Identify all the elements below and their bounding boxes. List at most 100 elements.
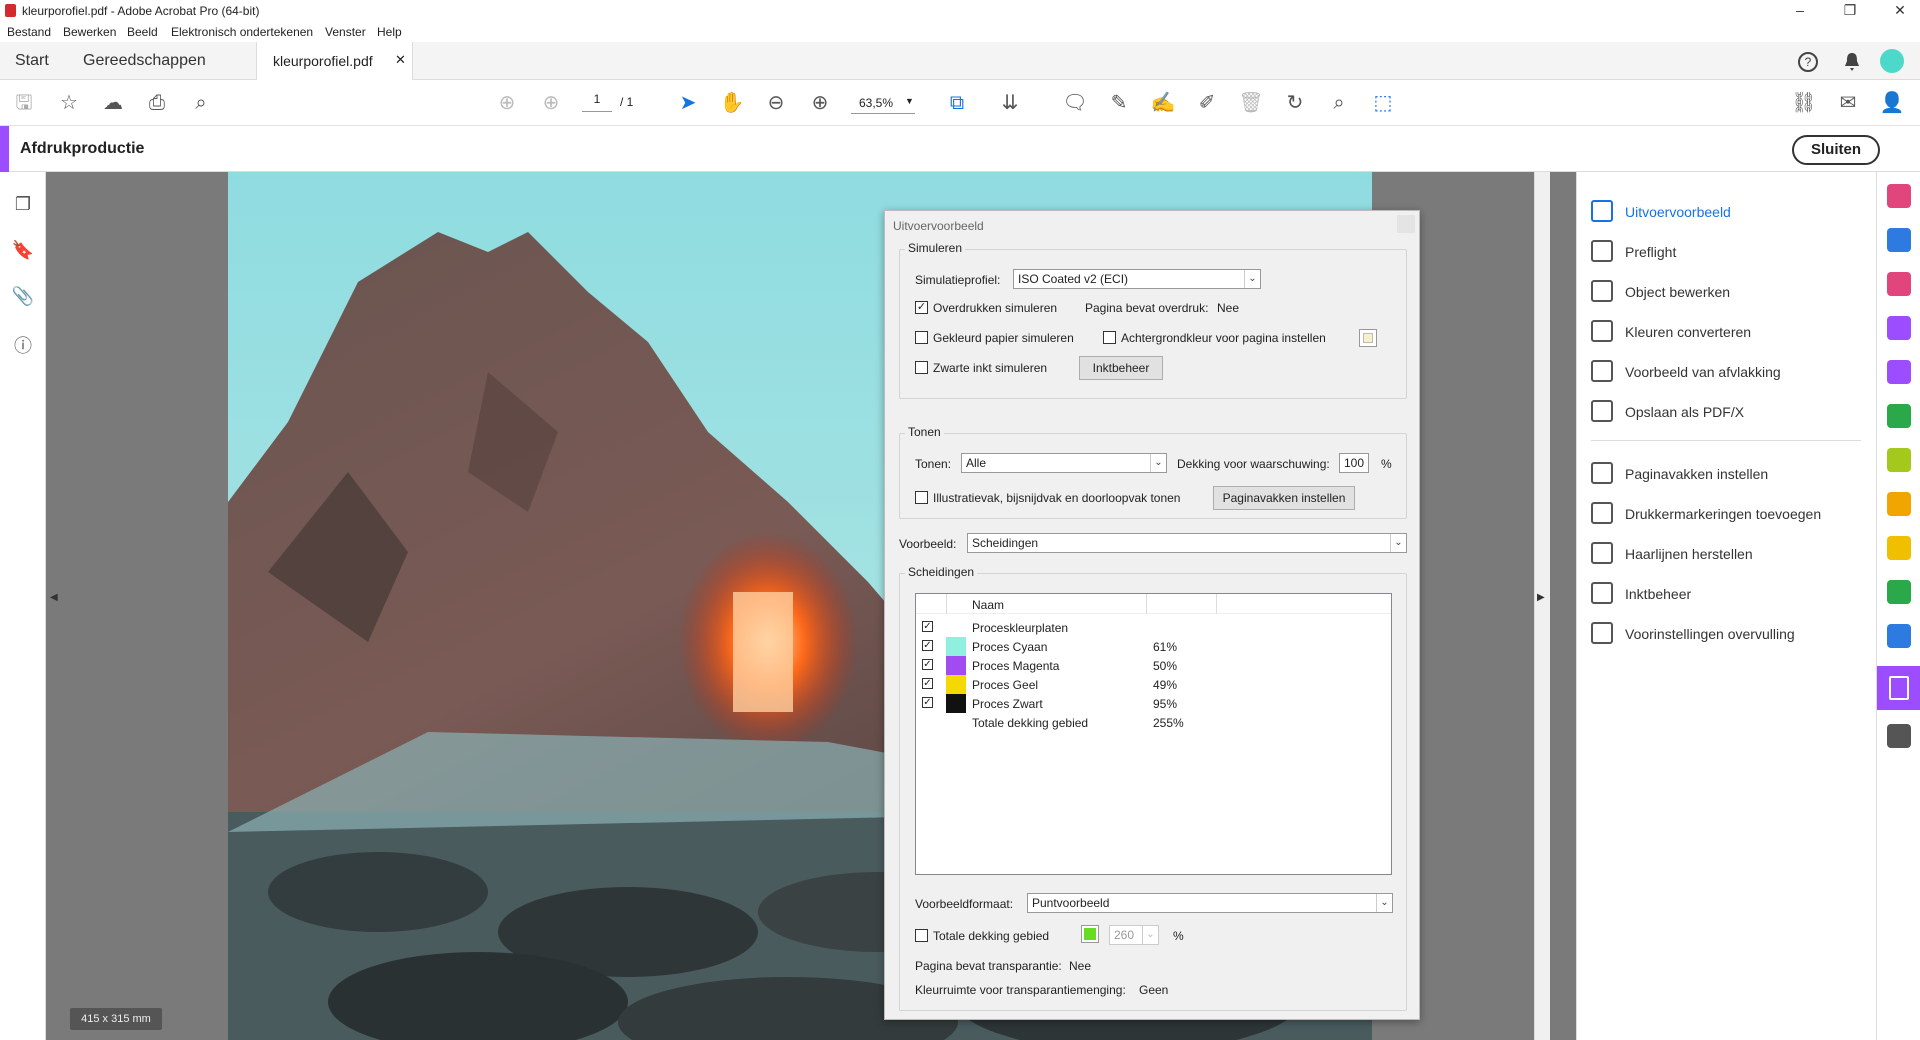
vertical-scrollbar[interactable]: ▶ xyxy=(1534,172,1550,1040)
protect-icon[interactable] xyxy=(1887,624,1911,648)
tab-tools[interactable]: Gereedschappen xyxy=(83,52,206,70)
organize-pages-icon[interactable] xyxy=(1887,272,1911,296)
avatar[interactable] xyxy=(1880,49,1904,73)
panel-item-label: Drukkermarkeringen toevoegen xyxy=(1625,506,1822,522)
compare-icon[interactable] xyxy=(1887,448,1911,472)
separation-checkbox[interactable]: ✓ xyxy=(922,640,933,651)
separation-row[interactable]: ✓ Proces Zwart 95% xyxy=(916,694,1391,713)
select-arrow-icon[interactable]: ➤ xyxy=(675,90,701,116)
menu-bestand[interactable]: Bestand xyxy=(7,25,51,39)
highlight-pen-icon[interactable]: ✎ xyxy=(1106,90,1132,116)
overprint-checkbox[interactable]: ✓ xyxy=(915,301,928,314)
menu-help[interactable]: Help xyxy=(377,25,402,39)
sign-icon[interactable]: ✍ xyxy=(1150,90,1176,116)
pages-icon[interactable]: ❐ xyxy=(11,194,35,218)
bg-color-checkbox[interactable] xyxy=(1103,331,1116,344)
export-rail-icon[interactable] xyxy=(1887,404,1911,428)
zoom-in-icon[interactable]: ⊕ xyxy=(807,90,833,116)
total-coverage-checkbox[interactable] xyxy=(915,929,928,942)
separation-row[interactable]: ✓ Proces Geel 49% xyxy=(916,675,1391,694)
total-coverage-input[interactable]: 260 ⌄ xyxy=(1109,925,1159,945)
black-ink-checkbox[interactable] xyxy=(915,361,928,374)
close-tool-button[interactable]: Sluiten xyxy=(1792,135,1880,165)
save-icon[interactable]: 🖫 xyxy=(11,90,37,116)
hand-icon[interactable]: ✋ xyxy=(719,90,745,116)
zoom-out-icon[interactable]: ⊖ xyxy=(763,90,789,116)
zoom-dropdown[interactable]: 63,5% ▼ xyxy=(851,92,915,114)
trash-icon[interactable]: 🗑 xyxy=(1238,90,1264,116)
separation-row[interactable]: ✓ Proces Cyaan 61% xyxy=(916,637,1391,656)
email-icon[interactable]: ✉ xyxy=(1835,90,1861,116)
separation-swatch xyxy=(946,694,966,713)
create-pdf-icon[interactable] xyxy=(1887,184,1911,208)
rotate-icon[interactable]: ↻ xyxy=(1282,90,1308,116)
comment-rail-icon[interactable] xyxy=(1887,536,1911,560)
menu-elektronisch-ondertekenen[interactable]: Elektronisch ondertekenen xyxy=(171,25,313,39)
paper-color-checkbox[interactable] xyxy=(915,331,928,344)
close-window-button[interactable]: ✕ xyxy=(1880,2,1920,20)
print-icon[interactable]: ⎙ xyxy=(144,90,170,116)
page-number-input[interactable]: 1 xyxy=(582,92,612,112)
fill-sign-rail-icon[interactable] xyxy=(1887,360,1911,384)
show-boxes-checkbox[interactable] xyxy=(915,491,928,504)
separation-checkbox[interactable]: ✓ xyxy=(922,678,933,689)
panel-divider xyxy=(1591,440,1861,441)
output-preview-dialog: Uitvoervoorbeeld Simuleren Simulatieprof… xyxy=(884,210,1420,1020)
separation-checkbox[interactable]: ✓ xyxy=(922,659,933,670)
more-tools-icon[interactable] xyxy=(1887,724,1911,748)
tab-document[interactable]: kleurporofiel.pdf ✕ xyxy=(256,42,413,80)
export-pdf-icon[interactable] xyxy=(1887,228,1911,252)
ink-manager-button[interactable]: Inktbeheer xyxy=(1079,356,1163,380)
scroll-mode-icon[interactable]: ⇊ xyxy=(997,90,1023,116)
menu-beeld[interactable]: Beeld xyxy=(127,25,158,39)
preview-dropdown[interactable]: Scheidingen ⌄ xyxy=(967,533,1407,553)
previous-page-icon[interactable]: ⊕ xyxy=(494,90,520,116)
edit-pdf-icon[interactable] xyxy=(1887,492,1911,516)
minimize-button[interactable]: – xyxy=(1780,2,1820,20)
dialog-close-button[interactable] xyxy=(1397,215,1415,233)
separation-row[interactable]: ✓ Proceskleurplaten xyxy=(916,618,1391,637)
menu-venster[interactable]: Venster xyxy=(325,25,366,39)
help-icon[interactable]: ? xyxy=(1797,51,1819,73)
panel-item-label: Opslaan als PDF/X xyxy=(1625,404,1745,420)
separation-row[interactable]: ✓ Proces Magenta 50% xyxy=(916,656,1391,675)
bg-color-swatch[interactable] xyxy=(1359,329,1377,347)
restore-button[interactable]: ❐ xyxy=(1830,2,1870,20)
profile-dropdown[interactable]: ISO Coated v2 (ECI) ⌄ xyxy=(1013,269,1261,289)
tones-dropdown[interactable]: Alle ⌄ xyxy=(961,453,1167,473)
tab-start[interactable]: Start xyxy=(15,52,49,70)
right-tool-rail xyxy=(1876,172,1920,1040)
page-boxes-button[interactable]: Paginavakken instellen xyxy=(1213,486,1355,510)
send-for-signature-icon[interactable] xyxy=(1887,316,1911,340)
collapse-right-icon[interactable]: ▶ xyxy=(1537,592,1545,603)
output-preview-toolbar-icon[interactable]: ⬚ xyxy=(1370,90,1396,116)
total-coverage-swatch[interactable] xyxy=(1081,925,1099,943)
separations-list[interactable]: Naam ✓ Proceskleurplaten ✓ Proces Cyaan … xyxy=(915,593,1392,875)
separation-checkbox[interactable]: ✓ xyxy=(922,621,933,632)
separation-checkbox[interactable]: ✓ xyxy=(922,697,933,708)
format-dropdown[interactable]: Puntvoorbeeld ⌄ xyxy=(1027,893,1393,913)
link-icon[interactable]: ⛓ xyxy=(1791,90,1817,116)
search-icon[interactable]: ⌕ xyxy=(188,90,214,116)
bell-icon[interactable] xyxy=(1843,52,1861,72)
document-info-icon[interactable]: ⓘ xyxy=(11,332,35,356)
simulate-group-label: Simuleren xyxy=(905,241,966,255)
panel-item-label: Kleuren converteren xyxy=(1625,324,1752,340)
collapse-left-icon[interactable]: ◀ xyxy=(50,592,58,603)
fill-sign-icon[interactable]: ✐ xyxy=(1194,90,1220,116)
close-tab-icon[interactable]: ✕ xyxy=(395,52,406,68)
bookmark-star-icon[interactable]: ☆ xyxy=(56,90,82,116)
print-production-rail-button[interactable] xyxy=(1877,666,1920,710)
comment-icon[interactable]: 🗨 xyxy=(1062,90,1088,116)
bookmark-icon[interactable]: 🔖 xyxy=(11,240,35,264)
share-user-icon[interactable]: 👤 xyxy=(1879,90,1905,116)
cloud-upload-icon[interactable]: ☁ xyxy=(100,90,126,116)
find-text-icon[interactable]: ⌕ xyxy=(1326,90,1352,116)
fit-page-icon[interactable]: ⧉ xyxy=(944,90,970,116)
next-page-icon[interactable]: ⊕ xyxy=(538,90,564,116)
attachment-icon[interactable]: 📎 xyxy=(11,286,35,310)
separation-row[interactable]: Totale dekking gebied 255% xyxy=(916,713,1391,732)
coverage-warning-input[interactable]: 100 xyxy=(1339,453,1369,473)
menu-bewerken[interactable]: Bewerken xyxy=(63,25,116,39)
scan-ocr-icon[interactable] xyxy=(1887,580,1911,604)
